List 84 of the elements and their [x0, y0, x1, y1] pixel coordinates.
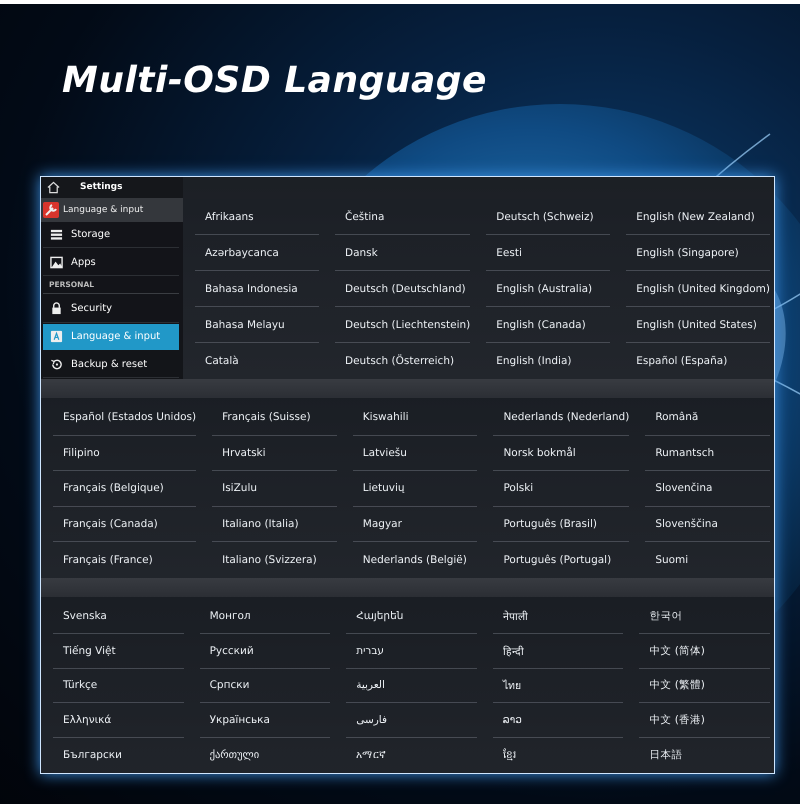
- language-option[interactable]: Српски: [200, 668, 330, 704]
- language-option[interactable]: فارسی: [346, 703, 477, 738]
- language-option[interactable]: 中文 (简体): [639, 634, 770, 669]
- language-option[interactable]: Azərbaycanca: [195, 235, 319, 271]
- language-option[interactable]: Hrvatski: [212, 436, 337, 472]
- language-option[interactable]: Deutsch (Schweiz): [486, 199, 610, 235]
- language-option[interactable]: Kiswahili: [352, 400, 478, 436]
- settings-menu-item[interactable]: Security: [43, 296, 179, 323]
- language-option[interactable]: Norsk bokmål: [493, 436, 630, 472]
- language-option[interactable]: עברית: [346, 634, 477, 669]
- language-option[interactable]: ລາວ: [492, 703, 624, 738]
- language-option[interactable]: Slovenčina: [645, 471, 770, 507]
- language-option[interactable]: አማርኛ: [346, 738, 477, 773]
- language-option[interactable]: Български: [53, 738, 184, 773]
- language-option[interactable]: हिन्दी: [492, 634, 624, 669]
- language-option[interactable]: ខ្មែរ: [492, 738, 624, 773]
- language-option[interactable]: Deutsch (Deutschland): [335, 271, 470, 307]
- language-option[interactable]: Português (Brasil): [493, 506, 630, 542]
- language-option[interactable]: Suomi: [645, 542, 770, 578]
- language-option[interactable]: Slovenščina: [645, 506, 770, 542]
- language-option[interactable]: Nederlands (Nederland): [493, 400, 630, 436]
- language-option[interactable]: ไทย: [492, 668, 624, 704]
- language-option[interactable]: Français (Belgique): [53, 471, 196, 507]
- lock-icon: [50, 302, 63, 316]
- page-title: Multi-OSD Language: [62, 60, 487, 103]
- language-option[interactable]: English (Singapore): [626, 235, 770, 271]
- settings-menu-item[interactable]: Storage: [43, 222, 179, 248]
- language-option[interactable]: Italiano (Italia): [212, 506, 337, 542]
- language-option[interactable]: Հայերեն: [346, 599, 477, 634]
- settings-menu-item[interactable]: Backup & reset: [43, 351, 179, 378]
- language-option[interactable]: Filipino: [53, 436, 196, 472]
- settings-menu-item[interactable]: Apps: [43, 249, 179, 276]
- language-option[interactable]: Français (France): [53, 542, 196, 578]
- language-option[interactable]: Türkçe: [53, 668, 184, 704]
- language-option[interactable]: Magyar: [352, 506, 478, 542]
- language-option[interactable]: Bahasa Indonesia: [195, 271, 319, 307]
- language-option[interactable]: Svenska: [53, 599, 184, 634]
- language-option[interactable]: Français (Suisse): [212, 400, 337, 436]
- language-option[interactable]: Ελληνικά: [53, 703, 184, 738]
- language-option[interactable]: Lietuvių: [352, 471, 478, 507]
- language-option[interactable]: English (Canada): [486, 307, 610, 343]
- keyboard-letter-icon: [50, 330, 63, 344]
- language-option[interactable]: Latviešu: [352, 436, 478, 472]
- language-option[interactable]: Deutsch (Liechtenstein): [335, 307, 470, 343]
- language-option[interactable]: Eesti: [486, 235, 610, 271]
- picture-icon: [50, 256, 63, 269]
- language-option[interactable]: العربية: [346, 668, 477, 704]
- language-option[interactable]: Rumantsch: [645, 436, 770, 472]
- language-option[interactable]: Italiano (Svizzera): [212, 542, 337, 578]
- language-option[interactable]: Русский: [200, 634, 330, 669]
- language-option[interactable]: Dansk: [335, 235, 470, 271]
- language-option[interactable]: Português (Portugal): [493, 542, 630, 578]
- language-option[interactable]: English (United States): [626, 307, 770, 343]
- language-option[interactable]: Română: [645, 400, 770, 436]
- language-option[interactable]: 中文 (繁體): [639, 668, 770, 704]
- language-option[interactable]: English (India): [486, 343, 610, 379]
- language-option[interactable]: Deutsch (Österreich): [335, 343, 470, 379]
- settings-title: Settings: [80, 182, 122, 192]
- storage-icon: [50, 228, 63, 241]
- language-option[interactable]: 日本語: [639, 738, 770, 773]
- language-option[interactable]: Монгол: [200, 599, 330, 634]
- language-option[interactable]: ქართული: [200, 738, 330, 773]
- language-option[interactable]: Afrikaans: [195, 199, 319, 235]
- language-option[interactable]: नेपाली: [492, 599, 624, 634]
- language-option[interactable]: Tiếng Việt: [53, 634, 184, 669]
- language-option[interactable]: 한국어: [639, 599, 770, 634]
- language-option[interactable]: Nederlands (België): [352, 542, 478, 578]
- language-option[interactable]: English (Australia): [486, 271, 610, 307]
- app-bar-title: Language & input: [63, 204, 144, 215]
- language-option[interactable]: Polski: [493, 471, 630, 507]
- language-option[interactable]: Čeština: [335, 199, 470, 235]
- language-option[interactable]: 中文 (香港): [639, 703, 770, 738]
- language-option[interactable]: Español (Estados Unidos): [53, 400, 196, 436]
- wrench-icon: [43, 202, 59, 218]
- language-option[interactable]: English (United Kingdom): [626, 271, 770, 307]
- language-option[interactable]: Bahasa Melayu: [195, 307, 319, 343]
- language-option[interactable]: English (New Zealand): [626, 199, 770, 235]
- home-icon[interactable]: [47, 180, 60, 194]
- language-option[interactable]: Українська: [200, 703, 330, 738]
- language-option[interactable]: Español (España): [626, 343, 770, 379]
- restore-icon: [50, 358, 63, 371]
- language-option[interactable]: Català: [195, 343, 319, 379]
- language-option[interactable]: Français (Canada): [53, 506, 196, 542]
- language-option[interactable]: IsiZulu: [212, 471, 337, 507]
